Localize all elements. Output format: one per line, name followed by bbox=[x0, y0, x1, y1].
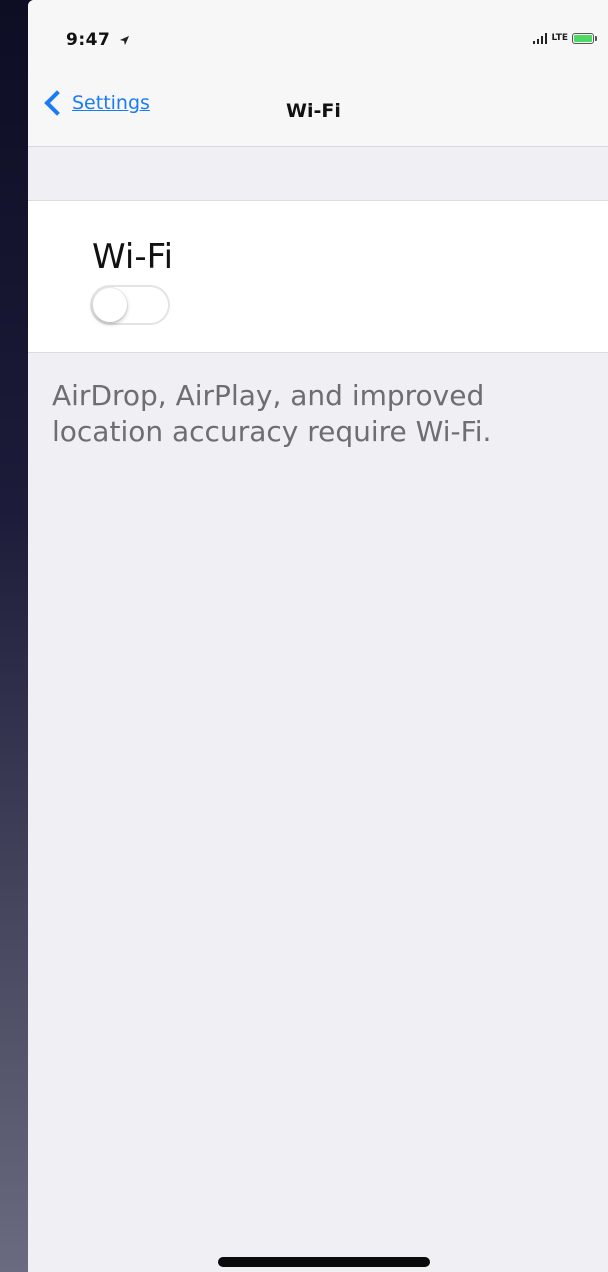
status-indicators: LTE bbox=[533, 32, 597, 44]
location-arrow-icon bbox=[119, 35, 129, 45]
chevron-left-icon bbox=[44, 90, 70, 116]
page-title: Wi-Fi bbox=[286, 100, 341, 122]
navigation-bar: Settings Wi-Fi bbox=[28, 70, 608, 147]
wifi-toggle-switch[interactable] bbox=[90, 285, 170, 325]
back-button[interactable]: Settings bbox=[40, 90, 150, 116]
back-button-label: Settings bbox=[72, 92, 150, 114]
phone-screen: 9:47 LTE Settings Wi-Fi Wi-Fi AirDrop, A… bbox=[28, 0, 608, 1272]
home-indicator[interactable] bbox=[218, 1257, 430, 1267]
toggle-knob bbox=[93, 288, 127, 322]
wifi-setting-cell: Wi-Fi bbox=[28, 200, 608, 353]
wifi-toggle-label: Wi-Fi bbox=[92, 237, 174, 277]
carrier-label: LTE bbox=[551, 33, 568, 43]
cellular-signal-icon bbox=[533, 32, 548, 44]
status-bar: 9:47 LTE bbox=[28, 0, 608, 70]
wifi-footer-note: AirDrop, AirPlay, and improved location … bbox=[52, 379, 492, 448]
battery-charging-icon bbox=[572, 32, 597, 44]
status-time: 9:47 bbox=[66, 30, 130, 50]
